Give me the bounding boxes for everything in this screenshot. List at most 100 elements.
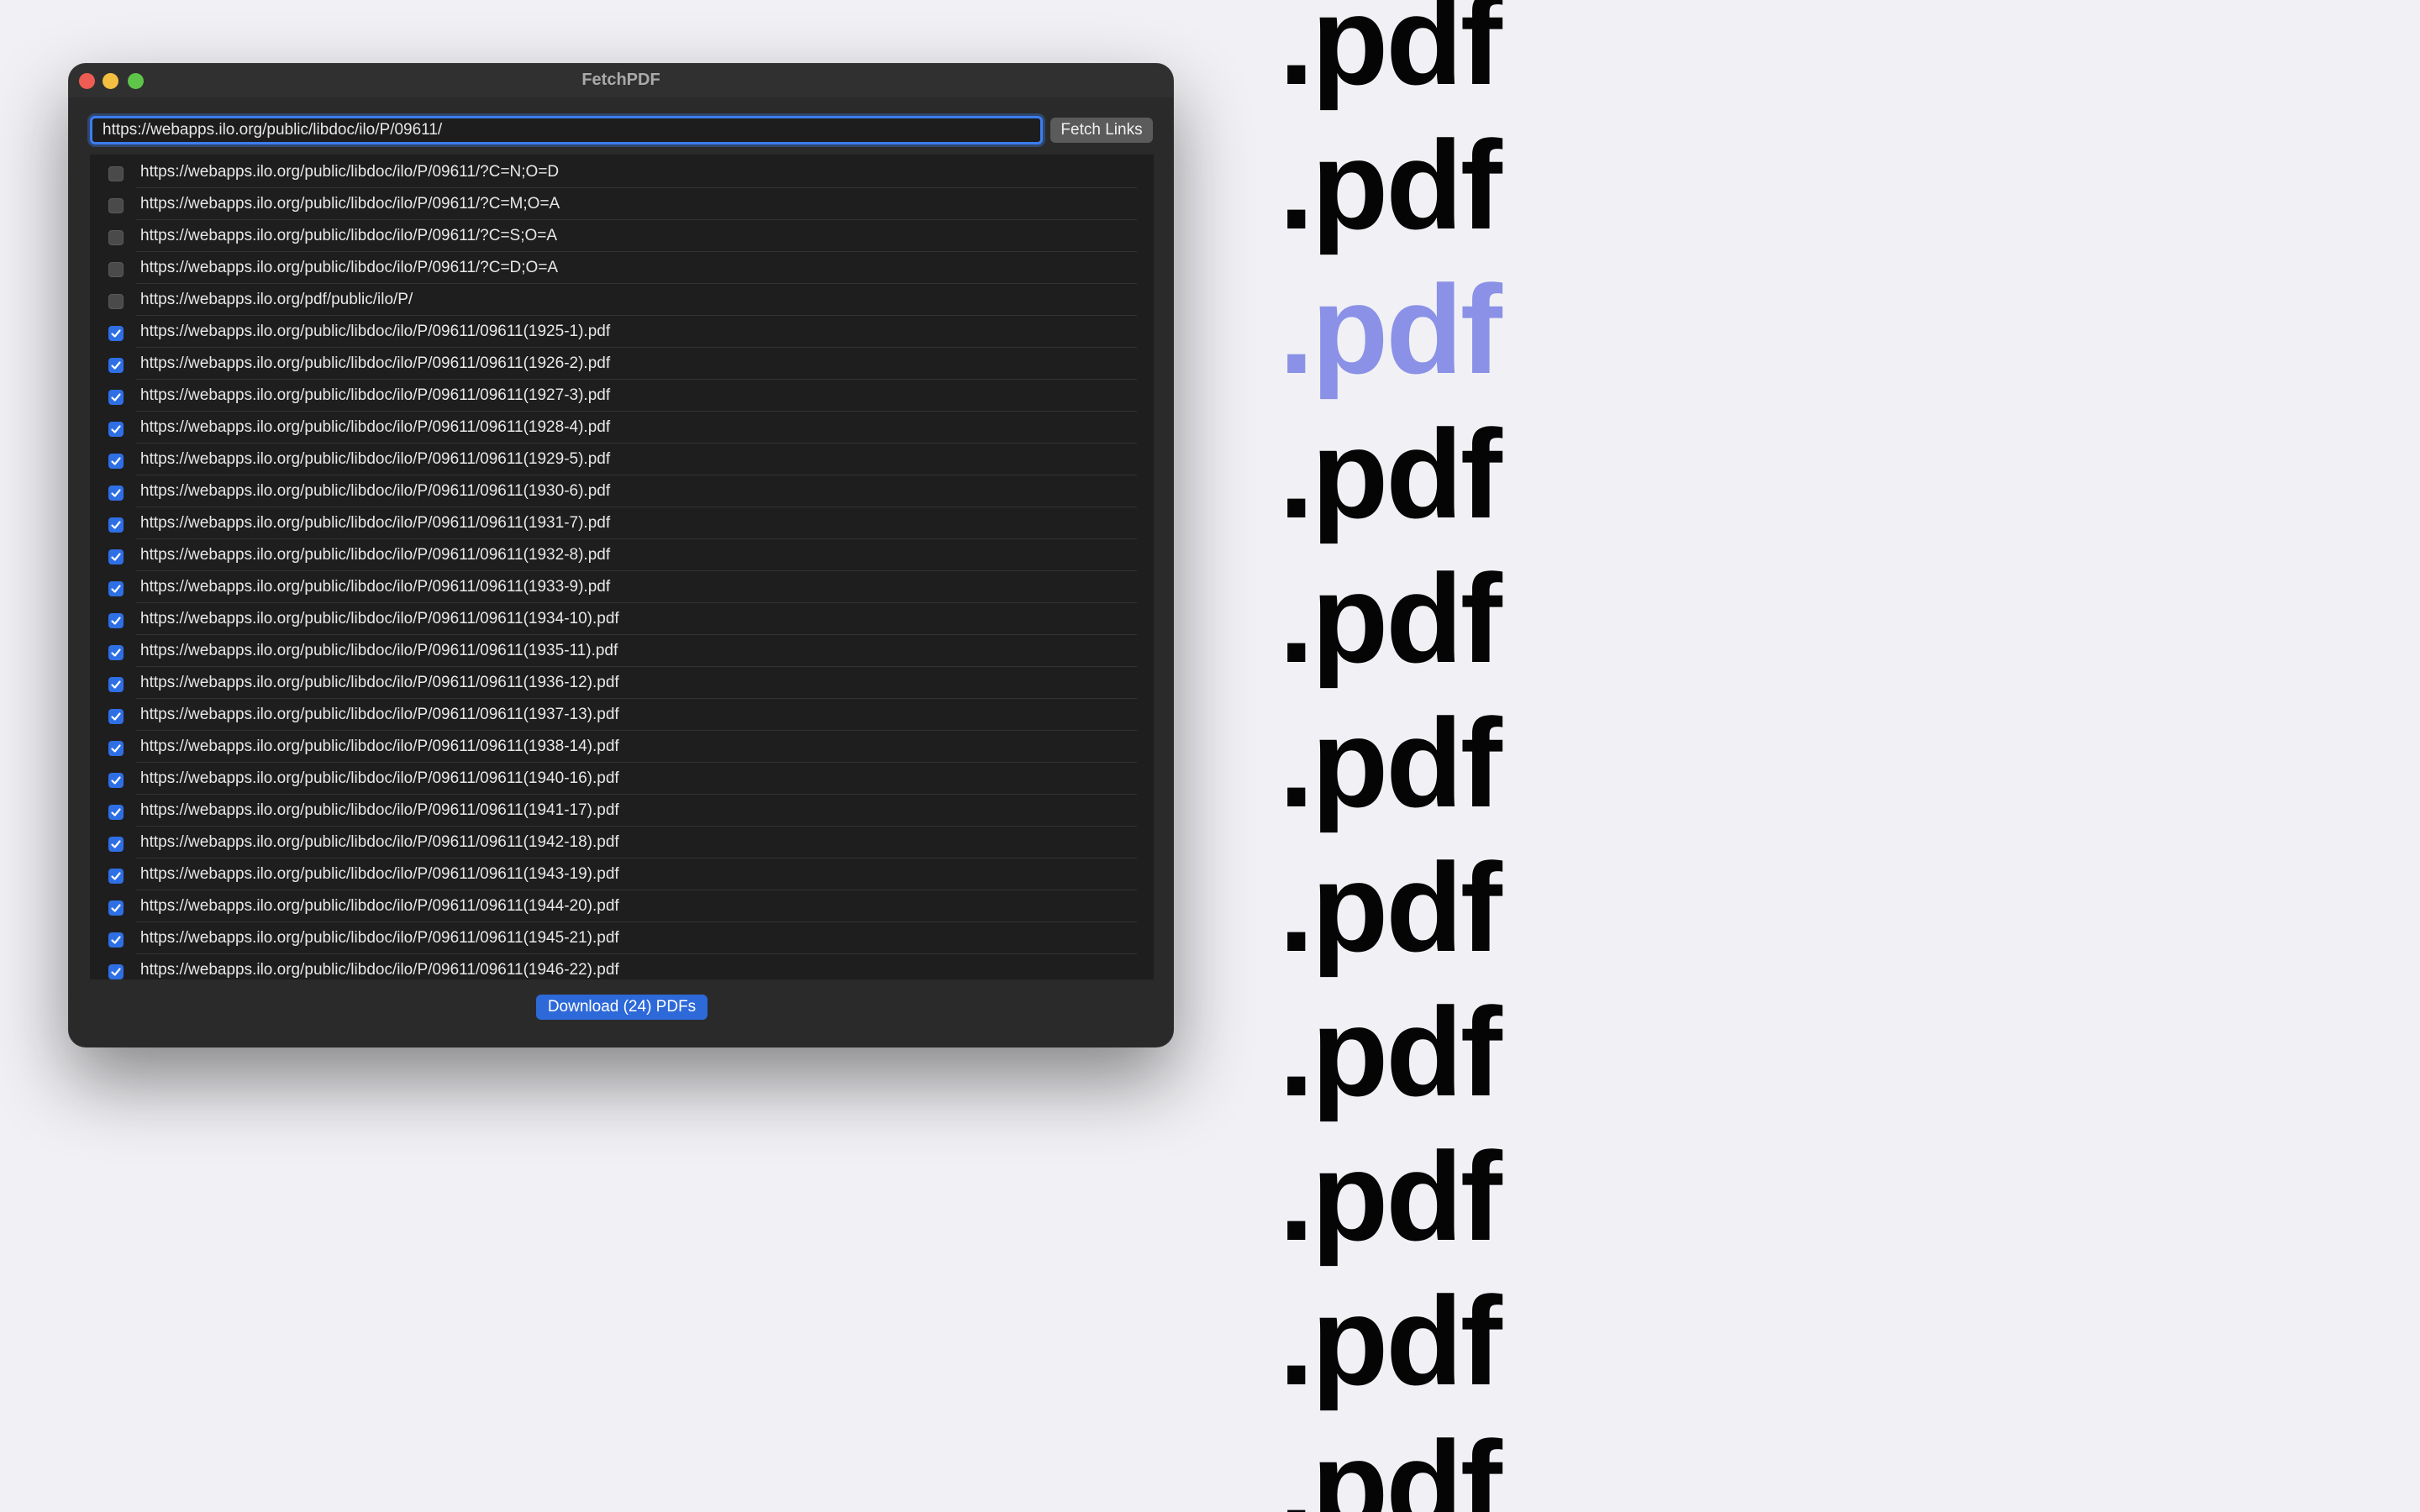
link-row[interactable]: https://webapps.ilo.org/public/libdoc/il… bbox=[90, 348, 1137, 380]
link-row[interactable]: https://webapps.ilo.org/public/libdoc/il… bbox=[90, 507, 1137, 539]
checked-checkbox[interactable] bbox=[108, 517, 124, 533]
checked-checkbox[interactable] bbox=[108, 422, 124, 437]
checkmark-icon bbox=[111, 680, 121, 689]
unchecked-checkbox[interactable] bbox=[108, 262, 124, 277]
checked-checkbox[interactable] bbox=[108, 805, 124, 820]
link-row[interactable]: https://webapps.ilo.org/public/libdoc/il… bbox=[90, 890, 1137, 922]
link-row[interactable]: https://webapps.ilo.org/public/libdoc/il… bbox=[90, 220, 1137, 252]
checkmark-icon bbox=[111, 904, 121, 912]
checkmark-icon bbox=[111, 329, 121, 338]
link-row[interactable]: https://webapps.ilo.org/public/libdoc/il… bbox=[90, 444, 1137, 475]
desktop: .pdf .pdf .pdf .pdf .pdf .pdf .pdf .pdf .pdf .pdf… bbox=[0, 0, 2420, 1512]
checked-checkbox[interactable] bbox=[108, 837, 124, 852]
link-row[interactable]: https://webapps.ilo.org/public/libdoc/il… bbox=[90, 380, 1137, 412]
checkmark-icon bbox=[111, 968, 121, 976]
checked-checkbox[interactable] bbox=[108, 486, 124, 501]
checkmark-icon bbox=[111, 553, 121, 561]
background-pdf-word: .pdf bbox=[1279, 837, 1502, 978]
link-row[interactable]: https://webapps.ilo.org/public/libdoc/il… bbox=[90, 699, 1137, 731]
checked-checkbox[interactable] bbox=[108, 900, 124, 916]
checkmark-icon bbox=[111, 936, 121, 944]
link-row[interactable]: https://webapps.ilo.org/public/libdoc/il… bbox=[90, 603, 1137, 635]
url-input[interactable] bbox=[90, 116, 1043, 144]
link-url: https://webapps.ilo.org/public/libdoc/il… bbox=[140, 897, 619, 915]
checkmark-icon bbox=[111, 712, 121, 721]
link-row[interactable]: https://webapps.ilo.org/pdf/public/ilo/P… bbox=[90, 284, 1137, 316]
link-url: https://webapps.ilo.org/public/libdoc/il… bbox=[140, 769, 619, 787]
checked-checkbox[interactable] bbox=[108, 741, 124, 756]
link-url: https://webapps.ilo.org/public/libdoc/il… bbox=[140, 514, 611, 532]
link-row[interactable]: https://webapps.ilo.org/public/libdoc/il… bbox=[90, 156, 1137, 188]
checked-checkbox[interactable] bbox=[108, 549, 124, 564]
checked-checkbox[interactable] bbox=[108, 964, 124, 979]
link-url: https://webapps.ilo.org/public/libdoc/il… bbox=[140, 865, 619, 883]
checkmark-icon bbox=[111, 840, 121, 848]
link-list[interactable]: https://webapps.ilo.org/public/libdoc/il… bbox=[90, 155, 1154, 979]
link-url: https://webapps.ilo.org/pdf/public/ilo/P… bbox=[140, 291, 413, 308]
unchecked-checkbox[interactable] bbox=[108, 166, 124, 181]
link-url: https://webapps.ilo.org/public/libdoc/il… bbox=[140, 801, 619, 819]
unchecked-checkbox[interactable] bbox=[108, 230, 124, 245]
link-row[interactable]: https://webapps.ilo.org/public/libdoc/il… bbox=[90, 731, 1137, 763]
link-row[interactable]: https://webapps.ilo.org/public/libdoc/il… bbox=[90, 922, 1137, 954]
background-pdf-wordmarks: .pdf .pdf .pdf .pdf .pdf .pdf .pdf .pdf .pdf .pdf… bbox=[1279, 0, 1615, 1512]
checkmark-icon bbox=[111, 808, 121, 816]
link-url: https://webapps.ilo.org/public/libdoc/il… bbox=[140, 418, 611, 436]
link-url: https://webapps.ilo.org/public/libdoc/il… bbox=[140, 610, 619, 627]
link-row[interactable]: https://webapps.ilo.org/public/libdoc/il… bbox=[90, 635, 1137, 667]
unchecked-checkbox[interactable] bbox=[108, 198, 124, 213]
link-row[interactable]: https://webapps.ilo.org/public/libdoc/il… bbox=[90, 667, 1137, 699]
background-pdf-word: .pdf bbox=[1279, 403, 1502, 544]
background-pdf-word: .pdf bbox=[1279, 1126, 1502, 1267]
checked-checkbox[interactable] bbox=[108, 613, 124, 628]
checked-checkbox[interactable] bbox=[108, 869, 124, 884]
checked-checkbox[interactable] bbox=[108, 773, 124, 788]
link-row[interactable]: https://webapps.ilo.org/public/libdoc/il… bbox=[90, 858, 1137, 890]
background-pdf-word: .pdf bbox=[1279, 981, 1502, 1122]
link-row[interactable]: https://webapps.ilo.org/public/libdoc/il… bbox=[90, 316, 1137, 348]
checkmark-icon bbox=[111, 585, 121, 593]
checkmark-icon bbox=[111, 872, 121, 880]
link-row[interactable]: https://webapps.ilo.org/public/libdoc/il… bbox=[90, 252, 1137, 284]
checked-checkbox[interactable] bbox=[108, 454, 124, 469]
unchecked-checkbox[interactable] bbox=[108, 294, 124, 309]
link-row[interactable]: https://webapps.ilo.org/public/libdoc/il… bbox=[90, 954, 1137, 979]
link-url: https://webapps.ilo.org/public/libdoc/il… bbox=[140, 386, 611, 404]
link-url: https://webapps.ilo.org/public/libdoc/il… bbox=[140, 961, 619, 979]
link-row[interactable]: https://webapps.ilo.org/public/libdoc/il… bbox=[90, 475, 1137, 507]
download-pdfs-button[interactable]: Download (24) PDFs bbox=[536, 995, 708, 1020]
title-bar[interactable]: FetchPDF bbox=[69, 64, 1173, 97]
checked-checkbox[interactable] bbox=[108, 645, 124, 660]
checked-checkbox[interactable] bbox=[108, 390, 124, 405]
background-pdf-word: .pdf bbox=[1279, 114, 1502, 255]
fetch-links-button[interactable]: Fetch Links bbox=[1050, 118, 1153, 143]
link-row[interactable]: https://webapps.ilo.org/public/libdoc/il… bbox=[90, 827, 1137, 858]
checkmark-icon bbox=[111, 489, 121, 497]
background-pdf-word: .pdf bbox=[1279, 1415, 1502, 1512]
checked-checkbox[interactable] bbox=[108, 581, 124, 596]
checked-checkbox[interactable] bbox=[108, 709, 124, 724]
link-url: https://webapps.ilo.org/public/libdoc/il… bbox=[140, 546, 611, 564]
link-row[interactable]: https://webapps.ilo.org/public/libdoc/il… bbox=[90, 539, 1137, 571]
checked-checkbox[interactable] bbox=[108, 932, 124, 948]
checked-checkbox[interactable] bbox=[108, 326, 124, 341]
checked-checkbox[interactable] bbox=[108, 358, 124, 373]
background-pdf-word: .pdf bbox=[1279, 692, 1502, 833]
checkmark-icon bbox=[111, 744, 121, 753]
link-row[interactable]: https://webapps.ilo.org/public/libdoc/il… bbox=[90, 763, 1137, 795]
background-pdf-word: .pdf bbox=[1279, 259, 1502, 400]
background-pdf-word: .pdf bbox=[1279, 548, 1502, 689]
link-row[interactable]: https://webapps.ilo.org/public/libdoc/il… bbox=[90, 188, 1137, 220]
checkmark-icon bbox=[111, 425, 121, 433]
link-row[interactable]: https://webapps.ilo.org/public/libdoc/il… bbox=[90, 795, 1137, 827]
background-pdf-word: .pdf bbox=[1279, 0, 1502, 111]
link-row[interactable]: https://webapps.ilo.org/public/libdoc/il… bbox=[90, 571, 1137, 603]
checkmark-icon bbox=[111, 457, 121, 465]
checkmark-icon bbox=[111, 393, 121, 402]
link-row[interactable]: https://webapps.ilo.org/public/libdoc/il… bbox=[90, 412, 1137, 444]
link-url: https://webapps.ilo.org/public/libdoc/il… bbox=[140, 354, 611, 372]
checkmark-icon bbox=[111, 776, 121, 785]
link-url: https://webapps.ilo.org/public/libdoc/il… bbox=[140, 195, 560, 213]
checked-checkbox[interactable] bbox=[108, 677, 124, 692]
background-pdf-word: .pdf bbox=[1279, 1270, 1502, 1411]
